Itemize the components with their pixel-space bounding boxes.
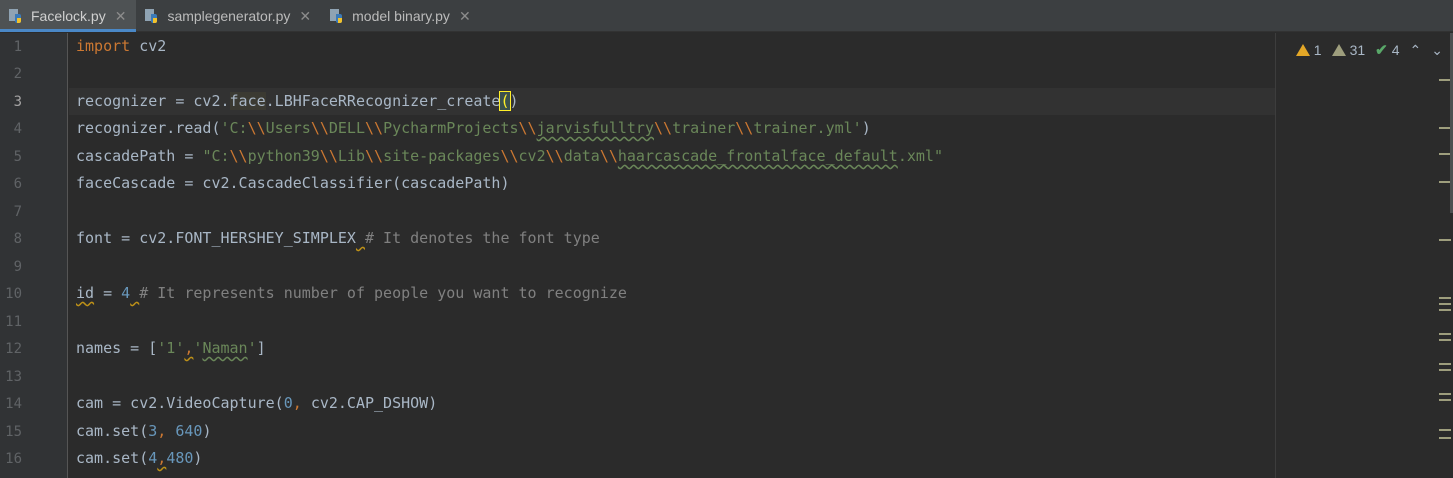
code-line-16[interactable]: cam.set(4,480)	[76, 449, 202, 467]
code-line-8[interactable]: font = cv2.FONT_HERSHEY_SIMPLEX # It den…	[76, 229, 600, 247]
scroll-marker[interactable]	[1439, 309, 1451, 311]
right-margin-guide	[1275, 33, 1276, 478]
inspection-widget[interactable]: 1 31 ✔ 4 ⌃ ⌄	[1295, 41, 1443, 59]
line-number: 9	[13, 259, 22, 275]
chevron-up-icon[interactable]: ⌃	[1410, 42, 1422, 59]
line-number: 11	[5, 314, 22, 330]
code-editor[interactable]: import cv2 recognizer = cv2.face.LBHFace…	[69, 33, 1453, 478]
check-icon: ✔	[1375, 42, 1388, 59]
tab-label: model binary.py	[352, 8, 450, 24]
line-number: 12	[5, 341, 22, 357]
scroll-marker[interactable]	[1439, 437, 1451, 439]
warning-triangle-icon	[1295, 44, 1310, 56]
line-number: 5	[13, 149, 22, 165]
typo-count[interactable]: ✔ 4	[1375, 41, 1399, 59]
code-line-10[interactable]: id = 4 # It represents number of people …	[76, 284, 627, 302]
python-file-icon	[8, 8, 24, 24]
line-number: 6	[13, 176, 22, 192]
code-line-6[interactable]: faceCascade = cv2.CascadeClassifier(casc…	[76, 174, 509, 192]
scroll-marker[interactable]	[1439, 303, 1451, 305]
code-line-1[interactable]: import cv2	[76, 37, 166, 55]
scroll-marker[interactable]	[1439, 429, 1451, 431]
line-number: 8	[13, 231, 22, 247]
scroll-marker[interactable]	[1439, 399, 1451, 401]
code-line-14[interactable]: cam = cv2.VideoCapture(0, cv2.CAP_DSHOW)	[76, 394, 437, 412]
python-file-icon	[144, 8, 160, 24]
code-line-4[interactable]: recognizer.read('C:\\Users\\DELL\\Pychar…	[76, 119, 871, 137]
python-file-icon	[329, 8, 345, 24]
close-icon[interactable]: ✕	[459, 8, 471, 25]
scroll-marker[interactable]	[1439, 339, 1451, 341]
scroll-marker[interactable]	[1439, 363, 1451, 365]
line-number: 4	[13, 121, 22, 137]
code-line-12[interactable]: names = ['1','Naman']	[76, 339, 266, 357]
tab-label: samplegenerator.py	[167, 8, 291, 24]
line-number: 16	[5, 451, 22, 467]
line-number: 15	[5, 424, 22, 440]
line-number: 13	[5, 369, 22, 385]
scroll-marker[interactable]	[1439, 369, 1451, 371]
line-number-gutter[interactable]: 1 2 3 4 5 6 7 8 9 10 11 12 13 14 15 16	[0, 33, 68, 478]
close-icon[interactable]: ✕	[115, 8, 127, 25]
weak-warning-icon	[1331, 44, 1346, 56]
scroll-marker[interactable]	[1439, 393, 1451, 395]
tab-facelock[interactable]: Facelock.py ✕	[0, 0, 137, 32]
editor-tab-bar: Facelock.py ✕ samplegenerator.py ✕ model…	[0, 0, 1453, 32]
line-number: 1	[13, 39, 22, 55]
line-number: 7	[13, 204, 22, 220]
line-number: 2	[13, 66, 22, 82]
scroll-marker[interactable]	[1439, 333, 1451, 335]
chevron-down-icon[interactable]: ⌄	[1431, 42, 1443, 59]
line-number-current: 3	[13, 94, 22, 110]
scroll-marker[interactable]	[1439, 239, 1451, 241]
line-number: 14	[5, 396, 22, 412]
code-line-5[interactable]: cascadePath = "C:\\python39\\Lib\\site-p…	[76, 147, 943, 165]
tab-model-binary[interactable]: model binary.py ✕	[321, 0, 481, 32]
code-line-15[interactable]: cam.set(3, 640)	[76, 422, 211, 440]
error-count[interactable]: 1	[1295, 42, 1322, 58]
line-number: 10	[5, 286, 22, 302]
scroll-marker[interactable]	[1439, 297, 1451, 299]
code-line-3[interactable]: recognizer = cv2.face.LBHFaceRRecognizer…	[76, 91, 519, 111]
tab-samplegenerator[interactable]: samplegenerator.py ✕	[136, 0, 321, 32]
warning-count[interactable]: 31	[1331, 42, 1365, 58]
tab-label: Facelock.py	[31, 8, 106, 24]
close-icon[interactable]: ✕	[299, 8, 311, 25]
